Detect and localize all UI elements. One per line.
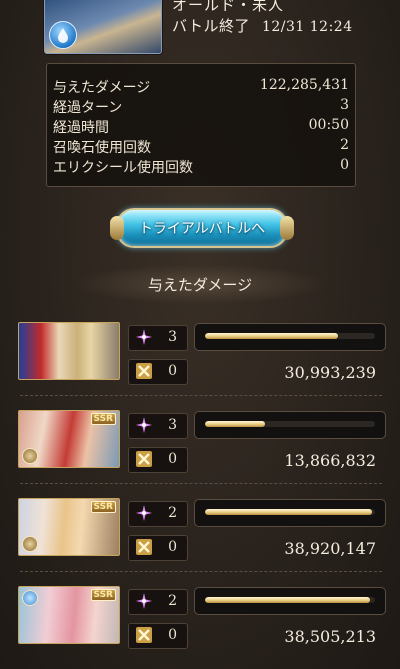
- stat-label: 与えたダメージ: [53, 80, 151, 96]
- stat-row-turns: 経過ターン 3: [53, 97, 349, 117]
- damage-bar-track: [205, 421, 375, 427]
- ougi-count: 2: [168, 505, 177, 521]
- character-damage: 13,866,832: [284, 451, 376, 470]
- character-portrait[interactable]: SSR: [18, 498, 120, 556]
- water-element-icon: [49, 21, 77, 49]
- ougi-count: 3: [168, 329, 177, 345]
- damage-bar-fill: [205, 597, 370, 603]
- skill-count: 0: [168, 627, 177, 643]
- ssr-badge: SSR: [90, 589, 116, 601]
- damage-bar-track: [205, 597, 375, 603]
- skill-count-box: 0: [128, 535, 188, 561]
- battle-status: バトル終了 12/31 12:24: [172, 15, 353, 36]
- row-divider: [20, 571, 382, 572]
- character-row: SSR 3 0 13,866,832: [0, 410, 400, 490]
- ougi-count-box: 2: [128, 589, 188, 615]
- button-cap-right: [280, 216, 294, 240]
- water-element-icon: [22, 590, 38, 606]
- pink-sparkle-icon: [136, 505, 152, 521]
- skill-count: 0: [168, 363, 177, 379]
- skill-count: 0: [168, 451, 177, 467]
- stat-row-elapsed-time: 経過時間 00:50: [53, 117, 349, 137]
- character-row: 3 0 30,993,239: [0, 322, 400, 402]
- ougi-count-box: 3: [128, 413, 188, 439]
- damage-bar-fill: [205, 509, 372, 515]
- stat-label: 召喚石使用回数: [53, 140, 151, 156]
- row-divider: [20, 395, 382, 396]
- stat-label: 経過ターン: [53, 100, 123, 116]
- stat-value: 3: [340, 97, 349, 113]
- boss-name: オールド・未人: [172, 0, 285, 14]
- battle-header: オールド・未人 バトル終了 12/31 12:24: [0, 0, 400, 58]
- ougi-count-box: 3: [128, 325, 188, 351]
- stat-value: 122,285,431: [259, 77, 349, 93]
- ougi-count: 3: [168, 417, 177, 433]
- damage-bar-fill: [205, 421, 265, 427]
- damage-section-title: 与えたダメージ: [147, 276, 253, 294]
- trial-battle-button[interactable]: トライアルバトルへ: [110, 208, 294, 248]
- gold-cross-swords-icon: [136, 627, 152, 643]
- damage-bar-track: [205, 509, 375, 515]
- stat-row-elixir-uses: エリクシール使用回数 0: [53, 157, 349, 177]
- pink-sparkle-icon: [136, 417, 152, 433]
- stat-row-summon-uses: 召喚石使用回数 2: [53, 137, 349, 157]
- pink-sparkle-icon: [136, 329, 152, 345]
- ougi-count: 2: [168, 593, 177, 609]
- character-row: SSR 2 0 38,920,147: [0, 498, 400, 578]
- damage-bar-fill: [205, 333, 338, 339]
- damage-bar-track: [205, 333, 375, 339]
- stat-value: 00:50: [308, 117, 349, 133]
- boss-thumbnail: [44, 0, 162, 54]
- stat-value: 0: [340, 157, 349, 173]
- skill-count-box: 0: [128, 447, 188, 473]
- character-portrait[interactable]: [18, 322, 120, 380]
- ougi-count-box: 2: [128, 501, 188, 527]
- gold-cross-swords-icon: [136, 363, 152, 379]
- light-element-icon: [22, 448, 38, 464]
- stat-label: 経過時間: [53, 120, 109, 136]
- battle-end-time: 12/31 12:24: [261, 19, 353, 35]
- character-damage: 30,993,239: [284, 363, 376, 382]
- damage-bar: [194, 323, 386, 351]
- skill-count-box: 0: [128, 359, 188, 385]
- light-element-icon: [22, 536, 38, 552]
- damage-bar: [194, 587, 386, 615]
- stat-label: エリクシール使用回数: [53, 160, 193, 176]
- stat-value: 2: [340, 137, 349, 153]
- stat-row-total-damage: 与えたダメージ 122,285,431: [53, 77, 349, 97]
- character-portrait[interactable]: SSR: [18, 410, 120, 468]
- pink-sparkle-icon: [136, 593, 152, 609]
- gold-cross-swords-icon: [136, 539, 152, 555]
- skill-count-box: 0: [128, 623, 188, 649]
- ssr-badge: SSR: [90, 413, 116, 425]
- trial-battle-label: トライアルバトルへ: [138, 221, 266, 237]
- character-portrait[interactable]: SSR: [18, 586, 120, 644]
- character-damage: 38,920,147: [284, 539, 376, 558]
- character-damage: 38,505,213: [284, 627, 376, 646]
- row-divider: [20, 483, 382, 484]
- character-row: SSR 2 0 38,505,213: [0, 586, 400, 666]
- skill-count: 0: [168, 539, 177, 555]
- battle-status-label: バトル終了: [172, 17, 250, 35]
- gold-cross-swords-icon: [136, 451, 152, 467]
- ssr-badge: SSR: [90, 501, 116, 513]
- damage-bar: [194, 499, 386, 527]
- battle-stats-panel: 与えたダメージ 122,285,431 経過ターン 3 経過時間 00:50 召…: [46, 63, 356, 187]
- damage-bar: [194, 411, 386, 439]
